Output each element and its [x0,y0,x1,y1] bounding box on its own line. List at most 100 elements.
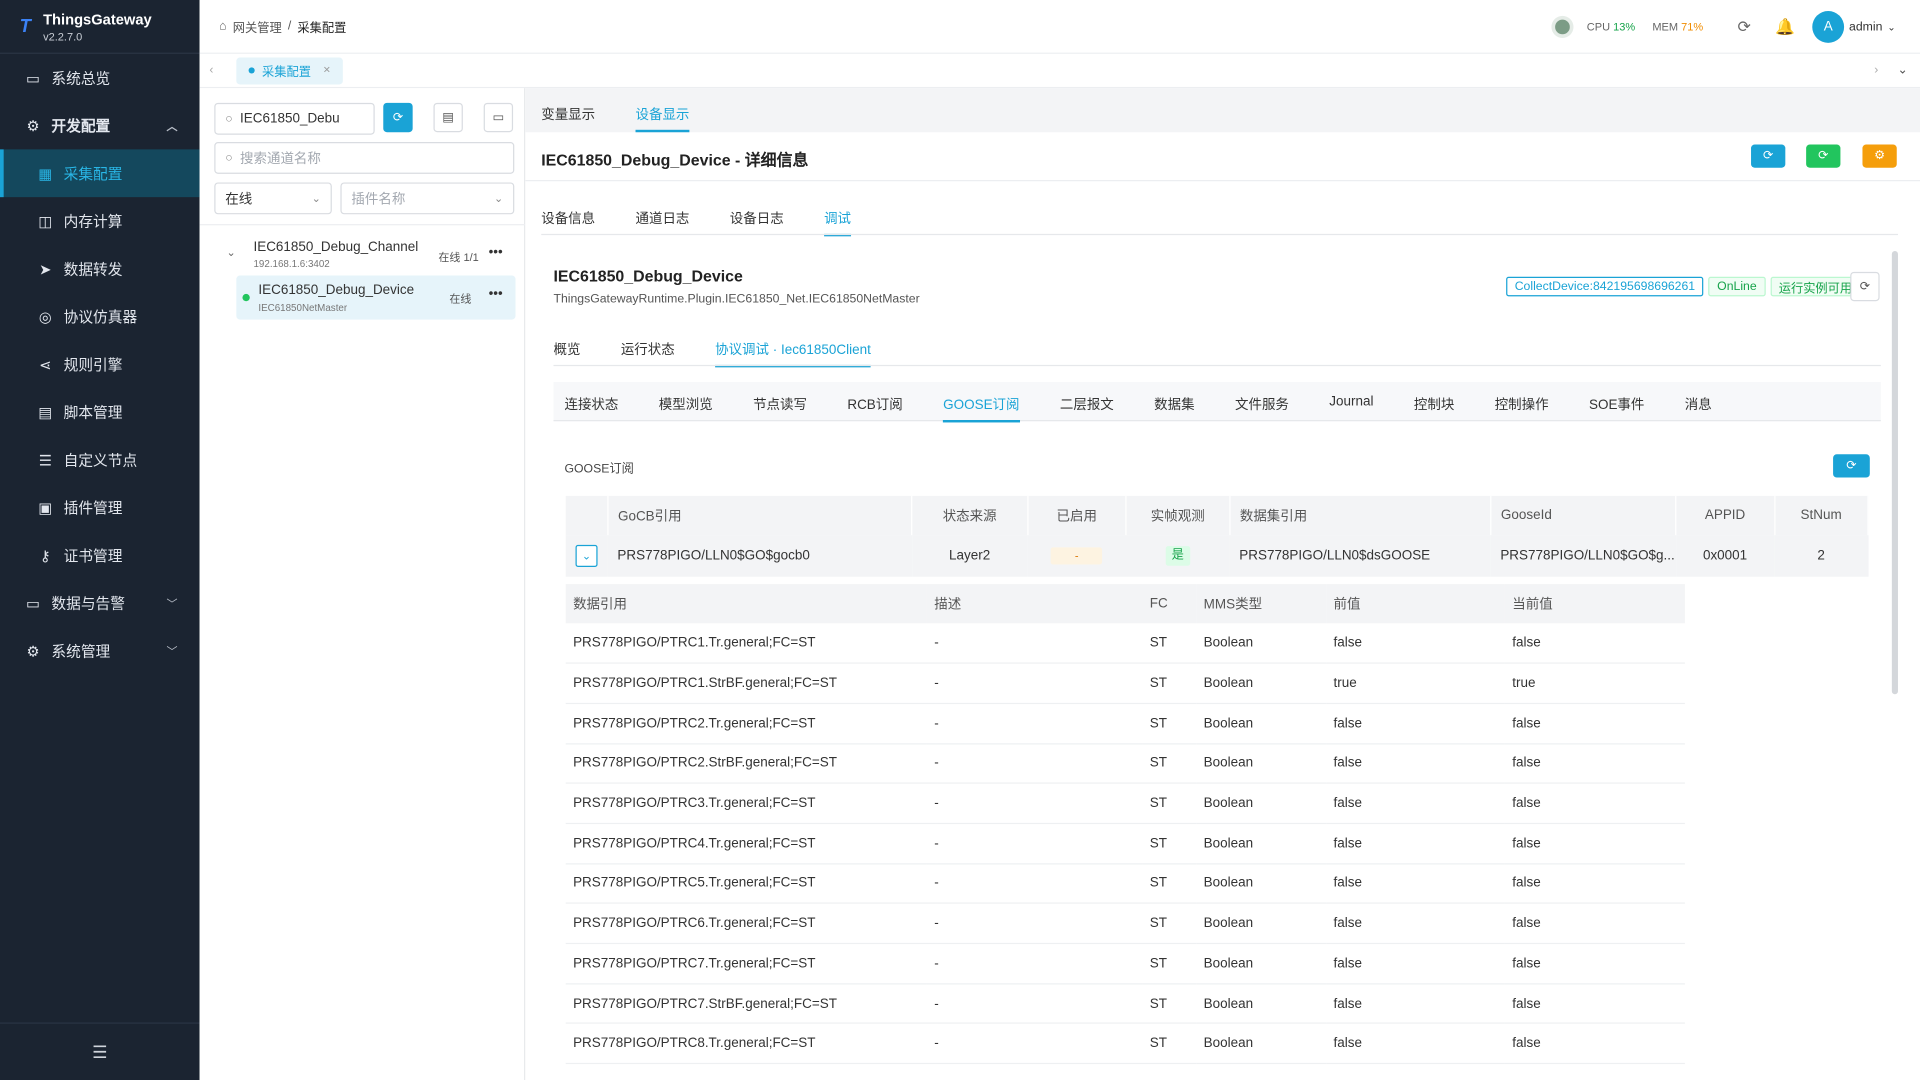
sidebar-item-7[interactable]: ▤ 脚本管理 [0,388,200,436]
data-fc: ST [1142,903,1197,945]
protocol-tabs: 连接状态 模型浏览 节点读写 RCB订阅 GOOSE订阅 二层报文 数据集 文件服务 Journ… [564,394,1712,423]
app-logo[interactable]: T ThingsGateway v2.2.7.0 [0,0,200,54]
tab-device-info[interactable]: 设备信息 [541,208,595,228]
search-refresh-button[interactable]: ⟳ [383,102,413,133]
tree-device-node[interactable]: IEC61850_Debug_Device IEC61850NetMaster … [236,275,516,320]
table-row[interactable]: PRS778PIGO/PTRC3.Tr.general;FC=ST - ST Bool… [565,783,1685,825]
table-row[interactable]: PRS778PIGO/PTRC2.StrBF.general;FC=ST - ST B… [565,743,1685,784]
sidebar-item-label: 插件管理 [63,499,123,517]
goose-row[interactable]: ⌄ PRS778PIGO/LLN0$GO$gocb0 Layer2 - 是 PR… [565,535,1868,577]
data-current-value: false [1504,863,1685,905]
tabs-scroll-left-icon[interactable]: ‹ [209,64,213,77]
status-filter-select[interactable]: 在线 ⌄ [214,182,332,215]
protocol-tab-8[interactable]: Journal [1329,394,1373,414]
data-fc: ST [1142,743,1197,784]
sidebar-item-9[interactable]: ▣ 插件管理 [0,484,200,532]
table-row[interactable]: PRS778PIGO/PTRC1.Tr.general;FC=ST - ST Bool… [565,623,1685,664]
sidebar-item-5[interactable]: ◎ 协议仿真器 [0,293,200,341]
channel-address: 192.168.1.6:3402 [253,258,330,270]
more-icon[interactable]: ••• [489,287,503,302]
tab-run-status[interactable]: 运行状态 [621,339,675,359]
table-row[interactable]: PRS778PIGO/PTRC6.Tr.general;FC=ST - ST Bool… [565,903,1685,945]
protocol-tab-2[interactable]: 节点读写 [753,394,807,414]
device-search-value: IEC61850_Debu [240,111,340,127]
protocol-tab-11[interactable]: SOE事件 [1589,394,1644,414]
tab-variable-display[interactable]: 变量显示 [541,104,595,124]
table-row[interactable]: PRS778PIGO/PTRC2.Tr.general;FC=ST - ST Bool… [565,703,1685,744]
protocol-tab-3[interactable]: RCB订阅 [847,394,902,414]
tab-debug[interactable]: 调试 [824,208,852,237]
export-button[interactable]: ▤ [433,102,463,133]
cog-icon: ⚙ [26,642,40,660]
table-row[interactable]: PRS778PIGO/PTRC4.Tr.general;FC=ST - ST Bool… [565,823,1685,865]
send-icon: ➤ [39,260,52,278]
protocol-tab-9[interactable]: 控制块 [1414,394,1454,414]
protocol-tab-12[interactable]: 消息 [1685,394,1712,414]
bell-icon[interactable]: 🔔 [1775,17,1795,37]
page-tab-collect-config[interactable]: 采集配置 × [236,56,343,84]
table-row[interactable]: PRS778PIGO/PTRC7.Tr.general;FC=ST - ST Bool… [565,943,1685,985]
tab-device-display[interactable]: 设备显示 [635,104,690,133]
data-prev-value: false [1326,743,1505,784]
goose-refresh-button[interactable]: ⟳ [1833,454,1870,478]
data-prev-value: false [1326,943,1505,985]
restart-button[interactable]: ⟳ [1806,144,1841,168]
sidebar-item-4[interactable]: ➤ 数据转发 [0,245,200,293]
chevron-down-icon[interactable]: ⌄ [575,544,598,567]
data-current-value: false [1504,703,1685,744]
expand-cell: ⌄ [565,535,608,577]
breadcrumb-item[interactable]: 网关管理 [233,17,282,35]
table-row[interactable]: PRS778PIGO/PTRC5.Tr.general;FC=ST - ST Bool… [565,863,1685,905]
cpu-label: CPU [1586,20,1611,34]
settings-button[interactable]: ⚙ [1862,144,1897,168]
sidebar-item-label: 采集配置 [63,165,123,183]
display-button[interactable]: ▭ [483,102,514,133]
protocol-tab-4[interactable]: GOOSE订阅 [943,394,1020,423]
user-menu[interactable]: A admin ⌄ [1812,11,1896,43]
chevron-down-icon[interactable]: ⌄ [227,246,236,259]
channel-search-input[interactable]: ○ 搜索通道名称 [214,142,515,174]
table-row[interactable]: PRS778PIGO/PTRC8.Tr.general;FC=ST - ST Bool… [565,1023,1685,1065]
tabs-menu-chevron-icon[interactable]: ⌄ [1897,64,1907,77]
sidebar-item-0[interactable]: ▭ 系统总览 [0,54,200,102]
refresh-icon[interactable]: ⟳ [1738,17,1751,37]
sidebar-item-3[interactable]: ◫ 内存计算 [0,197,200,245]
chevron-down-icon: ⌄ [494,191,504,204]
collapse-menu-icon[interactable]: ☰ [0,1022,200,1080]
device-refresh-button[interactable]: ⟳ [1850,271,1880,302]
sidebar-item-6[interactable]: ⋖ 规则引擎 [0,340,200,388]
protocol-tab-7[interactable]: 文件服务 [1235,394,1289,414]
tab-overview[interactable]: 概览 [553,339,580,359]
scrollbar[interactable] [1891,251,1898,695]
sidebar-item-11[interactable]: ▭ 数据与告警 ﹀ [0,579,200,627]
protocol-tab-0[interactable]: 连接状态 [564,394,618,414]
tabs-scroll-right-icon[interactable]: › [1874,64,1878,77]
protocol-tab-5[interactable]: 二层报文 [1060,394,1114,414]
sidebar-item-2[interactable]: ▦ 采集配置 [0,149,200,198]
more-icon[interactable]: ••• [489,245,503,260]
refresh-button[interactable]: ⟳ [1751,144,1786,168]
device-search-input[interactable]: ○ IEC61850_Debu [214,102,375,135]
plugin-filter-placeholder: 插件名称 [351,192,406,207]
close-icon[interactable]: × [323,64,330,77]
key-icon: ⚷ [39,546,51,564]
goose-header-gocb: GoCB引用 [607,495,913,536]
table-row[interactable]: PRS778PIGO/PTRC7.StrBF.general;FC=ST - ST B… [565,983,1685,1025]
protocol-tab-6[interactable]: 数据集 [1154,394,1194,414]
sidebar-item-10[interactable]: ⚷ 证书管理 [0,531,200,579]
table-row[interactable]: PRS778PIGO/PTRC1.StrBF.general;FC=ST - ST B… [565,663,1685,704]
monitor-icon: ▭ [492,110,505,125]
data-desc: - [926,663,1143,704]
tab-channel-log[interactable]: 通道日志 [636,208,690,228]
sidebar-item-12[interactable]: ⚙ 系统管理 ﹀ [0,627,200,675]
protocol-tab-1[interactable]: 模型浏览 [659,394,713,414]
sidebar-item-1[interactable]: ⚙ 开发配置 ︿ [0,102,200,150]
detail-tabs: 设备信息 通道日志 设备日志 调试 [541,208,852,237]
sidebar-item-8[interactable]: ☰ 自定义节点 [0,436,200,484]
data-current-value: false [1504,1023,1685,1065]
app-version: v2.2.7.0 [43,30,83,43]
protocol-tab-10[interactable]: 控制操作 [1495,394,1549,414]
plugin-filter-select[interactable]: 插件名称 ⌄ [340,182,515,215]
tab-device-log[interactable]: 设备日志 [730,208,784,228]
tab-protocol-debug[interactable]: 协议调试 · Iec61850Client [715,339,872,368]
